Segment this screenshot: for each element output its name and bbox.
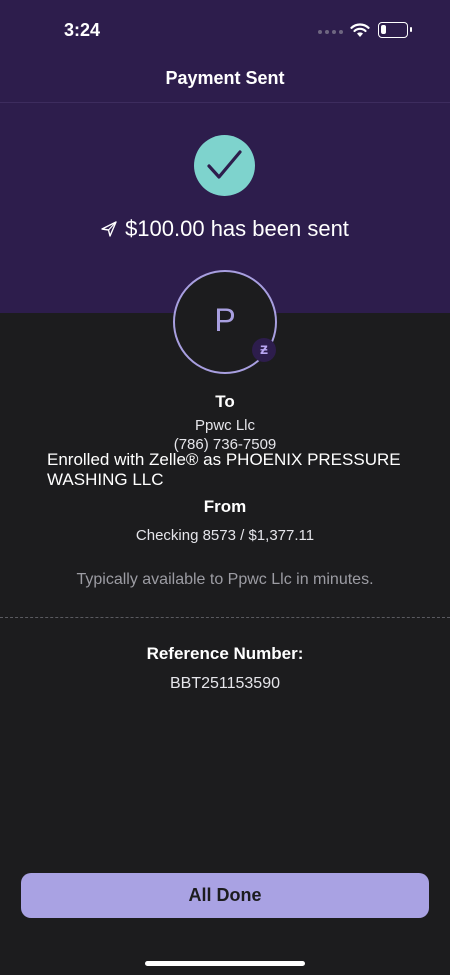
sent-confirmation: $100.00 has been sent	[0, 216, 450, 242]
cellular-signal-icon	[318, 30, 343, 34]
from-label: From	[203, 497, 247, 516]
reference-number-label: Reference Number:	[146, 644, 304, 663]
status-bar: 3:24	[0, 0, 450, 60]
paper-plane-icon	[101, 221, 117, 237]
recipient-name: Ppwc Llc	[194, 417, 256, 434]
avatar-initial: P	[214, 302, 236, 338]
availability-note: Typically available to Ppwc Llc in minut…	[76, 571, 374, 588]
nav-divider	[0, 102, 450, 103]
all-done-button[interactable]: All Done	[21, 873, 429, 918]
reference-number-value: BBT251153590	[169, 675, 280, 692]
from-account: Checking 8573 / $1,377.11	[135, 527, 315, 544]
page-title: Payment Sent	[165, 68, 285, 88]
wifi-icon	[350, 23, 370, 37]
battery-level	[381, 25, 386, 34]
sent-amount-message: $100.00 has been sent	[125, 216, 349, 241]
dotted-divider	[0, 617, 450, 618]
zelle-enrollment-text: Enrolled with Zelle® as PHOENIX PRESSURE…	[47, 450, 401, 489]
to-label: To	[215, 392, 235, 411]
battery-icon	[378, 22, 412, 38]
zelle-icon: ƶ	[252, 338, 276, 362]
status-time: 3:24	[64, 20, 101, 40]
checkmark-icon	[194, 135, 255, 196]
home-indicator[interactable]	[145, 961, 305, 966]
